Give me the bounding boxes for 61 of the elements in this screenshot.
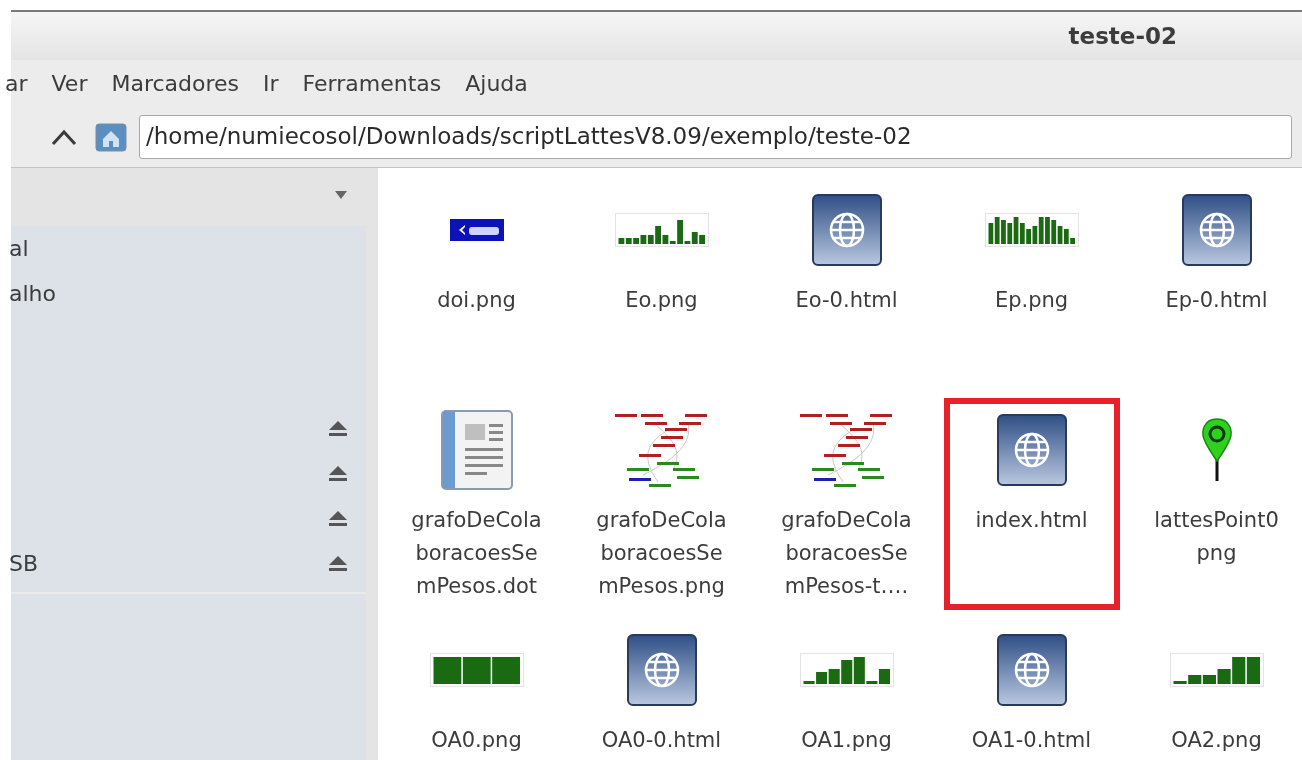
sidebar-item[interactable]: al bbox=[9, 232, 29, 265]
file-name: grafoDeCola boracoesSe mPesos.dot bbox=[411, 507, 542, 600]
bar-chart-thumbnail-icon bbox=[1169, 653, 1264, 687]
file-item[interactable]: Eo-0.html bbox=[758, 178, 935, 390]
location-field[interactable]: /home/numiecosol/Downloads/scriptLattesV8.09/exemplo/teste-02 bbox=[139, 114, 1292, 159]
file-name: grafoDeCola boracoesSe mPesos.png bbox=[596, 507, 727, 600]
window-title: teste-02 bbox=[1068, 21, 1177, 51]
sidebar-item[interactable]: SB bbox=[9, 547, 39, 580]
file-name: lattesPoint0 png bbox=[1154, 507, 1279, 567]
file-name: Ep-0.html bbox=[1165, 287, 1268, 314]
file-name: OA2.png bbox=[1171, 727, 1262, 754]
file-name: doi.png bbox=[437, 287, 516, 314]
menu-item[interactable]: Ferramentas bbox=[302, 66, 442, 100]
file-name: OA0.png bbox=[431, 727, 522, 754]
file-name: OA0-0.html bbox=[601, 727, 722, 754]
file-name: Ep.png bbox=[994, 287, 1069, 314]
file-item[interactable]: grafoDeCola boracoesSe mPesos.png bbox=[573, 398, 750, 610]
chevron-up-icon[interactable] bbox=[51, 127, 77, 146]
file-name: OA1.png bbox=[801, 727, 892, 754]
file-item[interactable]: Ep-0.html bbox=[1128, 178, 1302, 390]
bar-chart-thumbnail-icon bbox=[614, 213, 709, 247]
file-item[interactable]: grafoDeCola boracoesSe mPesos-t…. bbox=[758, 398, 935, 610]
bar-chart-thumbnail-icon bbox=[429, 653, 524, 687]
map-pin-icon bbox=[1199, 417, 1234, 483]
globe-icon bbox=[996, 634, 1067, 706]
eject-icon[interactable] bbox=[328, 419, 348, 438]
file-item[interactable]: OA2.png bbox=[1128, 618, 1302, 760]
file-item[interactable]: Eo.png bbox=[573, 178, 750, 390]
bar-chart-thumbnail-icon bbox=[984, 213, 1079, 247]
globe-icon bbox=[996, 414, 1067, 486]
menu-item[interactable]: Ajuda bbox=[465, 66, 528, 100]
file-item[interactable]: OA1.png bbox=[758, 618, 935, 760]
file-item[interactable]: OA1-0.html bbox=[943, 618, 1120, 760]
file-item[interactable]: index.html bbox=[943, 398, 1120, 610]
file-item[interactable]: OA0-0.html bbox=[573, 618, 750, 760]
text-document-icon bbox=[440, 410, 513, 490]
file-item[interactable]: grafoDeCola boracoesSe mPesos.dot bbox=[388, 398, 565, 610]
sidebar-item[interactable]: alho bbox=[9, 277, 56, 310]
file-item[interactable]: doi.png bbox=[388, 178, 565, 390]
globe-icon bbox=[626, 634, 697, 706]
bar-chart-thumbnail-icon bbox=[799, 653, 894, 687]
menu-item[interactable]: ar bbox=[5, 66, 28, 100]
eject-icon[interactable] bbox=[328, 464, 348, 483]
globe-icon bbox=[1181, 194, 1252, 266]
menu-item[interactable]: Ir bbox=[263, 66, 279, 100]
file-name: grafoDeCola boracoesSe mPesos-t…. bbox=[781, 507, 912, 600]
eject-icon[interactable] bbox=[328, 554, 348, 573]
file-name: index.html bbox=[975, 507, 1088, 534]
menu-item[interactable]: Ver bbox=[51, 66, 88, 100]
label-thumbnail-icon bbox=[449, 219, 504, 241]
file-name: Eo.png bbox=[625, 287, 698, 314]
dropdown-arrow-icon[interactable] bbox=[334, 190, 348, 200]
menu-item[interactable]: Marcadores bbox=[111, 66, 240, 100]
file-item[interactable]: OA0.png bbox=[388, 618, 565, 760]
file-name: OA1-0.html bbox=[971, 727, 1092, 754]
file-name: Eo-0.html bbox=[795, 287, 898, 314]
home-folder-icon[interactable] bbox=[95, 120, 127, 153]
file-item[interactable]: lattesPoint0 png bbox=[1128, 398, 1302, 610]
globe-icon bbox=[811, 194, 882, 266]
file-item[interactable]: Ep.png bbox=[943, 178, 1120, 390]
eject-icon[interactable] bbox=[328, 509, 348, 528]
